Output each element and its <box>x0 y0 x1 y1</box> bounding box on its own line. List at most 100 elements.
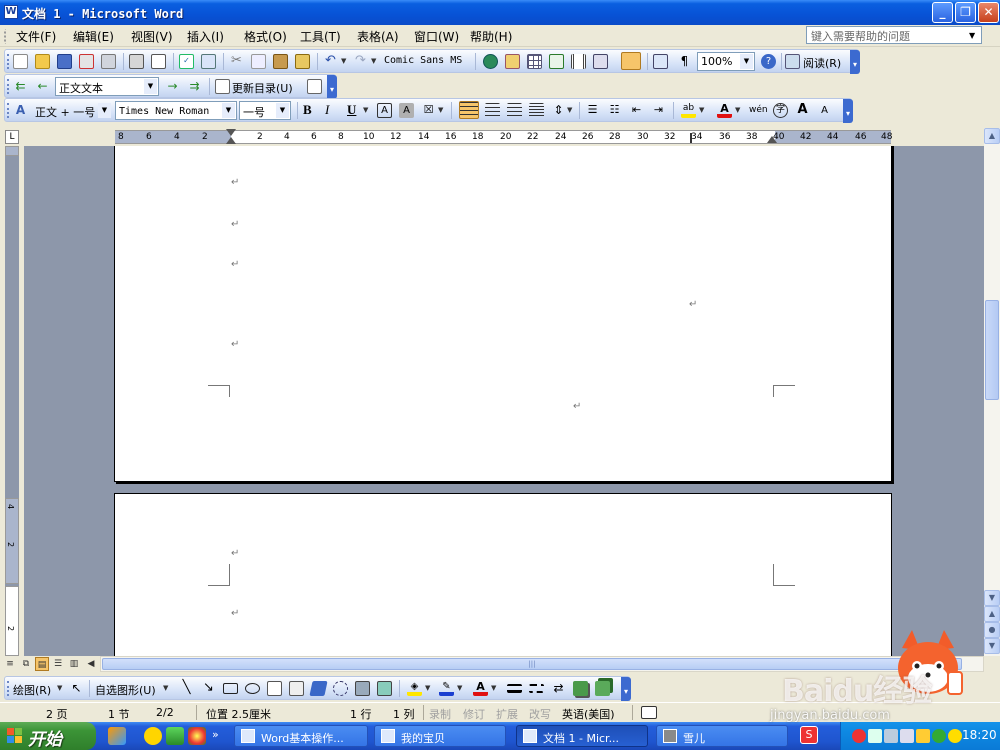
undo-dropdown-icon[interactable]: ▼ <box>341 57 346 65</box>
normal-view-icon[interactable]: ≡ <box>3 657 17 671</box>
fill-color-dropdown-icon[interactable]: ▼ <box>425 684 430 692</box>
paragraph-marks-icon[interactable]: ¶ <box>677 54 692 69</box>
next-page-button[interactable]: ▼ <box>984 638 1000 654</box>
phonetic-guide-icon[interactable]: wén <box>749 103 768 118</box>
menu-view[interactable]: 视图(V) <box>131 28 173 45</box>
oval-tool-icon[interactable] <box>245 683 260 694</box>
taskbar-task[interactable]: 雪儿 <box>656 725 788 747</box>
toolbar-options-icon[interactable]: ▾ <box>621 677 631 701</box>
quicklaunch-browser-icon[interactable] <box>188 727 206 745</box>
status-extend[interactable]: 扩展 <box>496 706 518 722</box>
styles-formatting-icon[interactable]: A <box>13 103 28 118</box>
draw-menu-dropdown-icon[interactable]: ▼ <box>57 684 62 692</box>
line-tool-icon[interactable]: ╲ <box>179 681 194 696</box>
align-left-icon[interactable] <box>459 101 479 119</box>
font-select[interactable]: Times New Roman ▼ <box>115 101 237 120</box>
vertical-scroll-thumb[interactable] <box>985 300 999 400</box>
scroll-down-button[interactable]: ▼ <box>984 590 1000 606</box>
page-2[interactable]: ↵ ↵ <box>114 493 892 656</box>
previous-page-button[interactable]: ▲ <box>984 606 1000 622</box>
read-button[interactable]: 阅读(R) <box>803 55 841 71</box>
taskbar-s-icon[interactable]: S <box>800 726 818 744</box>
document-map-icon[interactable] <box>621 52 641 70</box>
word-doc-icon[interactable]: W <box>4 5 18 19</box>
tray-update-icon[interactable] <box>948 729 962 743</box>
minimize-button[interactable]: _ <box>932 2 953 23</box>
toolbar-options-icon[interactable]: ▾ <box>843 99 853 123</box>
zoom-dropdown-icon[interactable]: ▼ <box>740 54 753 69</box>
columns-icon[interactable] <box>571 54 586 69</box>
demote-body-icon[interactable]: ⇉ <box>187 79 202 94</box>
3d-style-icon[interactable] <box>595 681 610 696</box>
promote-heading-icon[interactable]: ⇇ <box>13 79 28 94</box>
underline-button[interactable]: U <box>347 102 356 118</box>
restore-button[interactable]: ❐ <box>955 2 976 23</box>
clipart-icon[interactable] <box>355 681 370 696</box>
tab-stop-marker[interactable] <box>690 133 692 143</box>
distributed-icon[interactable] <box>529 103 544 118</box>
align-center-icon[interactable] <box>485 103 500 118</box>
outline-level-dropdown-icon[interactable]: ▼ <box>144 79 157 94</box>
open-folder-icon[interactable] <box>35 54 50 69</box>
promote-icon[interactable]: ← <box>35 79 50 94</box>
grow-font-icon[interactable]: A <box>795 103 810 118</box>
quicklaunch-app-icon[interactable] <box>166 727 184 745</box>
shadow-style-icon[interactable] <box>573 681 588 696</box>
web-layout-icon[interactable]: ⧉ <box>19 657 33 671</box>
demote-icon[interactable]: → <box>165 79 180 94</box>
copy-icon[interactable] <box>251 54 266 69</box>
textbox-tool-icon[interactable] <box>267 681 282 696</box>
toolbar-options-icon[interactable]: ▾ <box>850 50 860 74</box>
dash-style-icon[interactable] <box>529 684 544 693</box>
paste-icon[interactable] <box>273 54 288 69</box>
menu-window[interactable]: 窗口(W) <box>414 28 459 45</box>
print-preview-icon[interactable] <box>151 54 166 69</box>
line-spacing-dropdown-icon[interactable]: ▼ <box>567 106 572 114</box>
draw-menu-button[interactable]: 绘图(R) <box>13 682 51 698</box>
tray-network-icon[interactable] <box>868 729 882 743</box>
font-preview-label[interactable]: Comic Sans MS <box>384 55 462 66</box>
menu-grip[interactable] <box>4 29 8 44</box>
show-hide-icon[interactable] <box>653 54 668 69</box>
hanging-indent-marker[interactable] <box>226 137 236 144</box>
update-toc-icon[interactable] <box>215 79 230 94</box>
draw-font-color-dropdown-icon[interactable]: ▼ <box>491 684 496 692</box>
reading-layout-icon[interactable]: ▥ <box>67 657 81 671</box>
line-style-icon[interactable] <box>507 684 522 693</box>
diagram-icon[interactable] <box>333 681 348 696</box>
menu-file[interactable]: 文件(F) <box>16 28 56 45</box>
quicklaunch-more-icon[interactable]: » <box>212 727 230 745</box>
research-icon[interactable] <box>201 54 216 69</box>
bullets-icon[interactable]: ☷ <box>607 103 622 118</box>
tray-shield-icon[interactable] <box>932 729 946 743</box>
font-size-dropdown-icon[interactable]: ▼ <box>276 103 289 118</box>
scroll-up-button[interactable]: ▲ <box>984 128 1000 144</box>
decrease-indent-icon[interactable]: ⇤ <box>629 103 644 118</box>
line-color-icon[interactable]: ✎ <box>439 681 454 696</box>
drawing-icon[interactable] <box>593 54 608 69</box>
status-overtype[interactable]: 改写 <box>529 706 551 722</box>
char-scaling-icon[interactable]: ☒ <box>421 103 436 118</box>
help-dropdown-icon[interactable]: ▼ <box>969 31 975 40</box>
save-icon[interactable] <box>57 54 72 69</box>
read-icon[interactable] <box>785 54 800 69</box>
title-bar[interactable]: W 文档 1 - Microsoft Word _ ❐ ✕ <box>0 0 1000 25</box>
wordart-icon[interactable] <box>309 681 328 696</box>
tables-borders-icon[interactable] <box>505 54 520 69</box>
hyperlink-icon[interactable] <box>483 54 498 69</box>
font-dropdown-icon[interactable]: ▼ <box>222 103 235 118</box>
new-document-icon[interactable] <box>13 54 28 69</box>
menu-tools[interactable]: 工具(T) <box>300 28 341 45</box>
spelling-grammar-icon[interactable]: ✓ <box>179 54 194 69</box>
enclose-char-icon[interactable]: 字 <box>773 103 788 118</box>
first-line-indent-marker[interactable] <box>226 129 236 136</box>
quicklaunch-add-icon[interactable] <box>144 727 162 745</box>
status-language[interactable]: 英语(美国) <box>562 706 615 722</box>
menu-format[interactable]: 格式(O) <box>244 28 287 45</box>
menu-edit[interactable]: 编辑(E) <box>73 28 114 45</box>
style-dropdown-icon[interactable]: ▼ <box>98 103 111 118</box>
format-painter-icon[interactable] <box>295 54 310 69</box>
highlight-icon[interactable]: ab <box>681 103 696 118</box>
outline-level-select[interactable]: 正文文本 ▼ <box>55 77 159 96</box>
autoshapes-button[interactable]: 自选图形(U) <box>95 682 156 698</box>
